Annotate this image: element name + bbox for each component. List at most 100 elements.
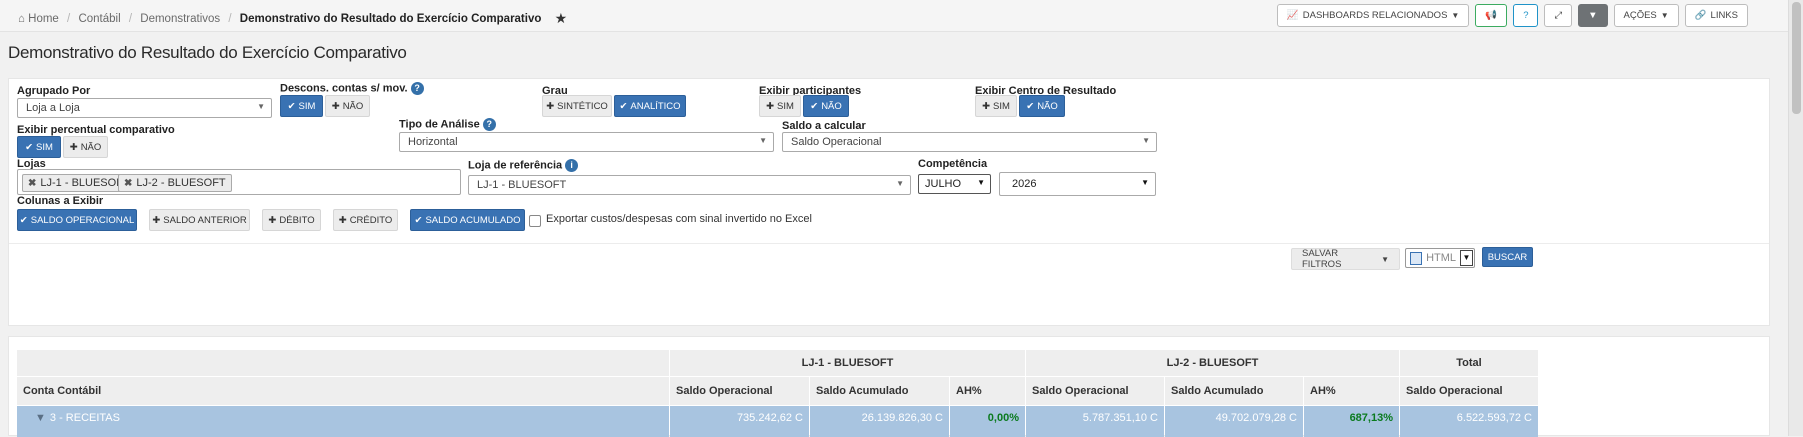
grau-analitico-button[interactable]: ✔ ANALÍTICO bbox=[614, 95, 686, 117]
competencia-year-select[interactable]: 2026 ▼ bbox=[999, 172, 1156, 196]
caret-down-icon[interactable]: ▼ bbox=[1460, 250, 1473, 266]
info-icon[interactable]: i bbox=[565, 159, 579, 172]
announce-button[interactable]: 📢 bbox=[1475, 4, 1508, 27]
tipo-analise-label-text: Tipo de Análise bbox=[399, 118, 480, 131]
participantes-nao-button[interactable]: ✔ NÃO bbox=[803, 95, 849, 117]
home-icon[interactable]: ⌂ bbox=[18, 13, 25, 25]
centro-sim-button[interactable]: ✚ SIM bbox=[975, 95, 1017, 117]
breadcrumb-separator: / bbox=[67, 13, 71, 25]
coluna-debito-button[interactable]: ✚ DÉBITO bbox=[262, 209, 321, 231]
links-button[interactable]: 🔗 LINKS bbox=[1684, 4, 1748, 27]
table-group-empty bbox=[17, 350, 669, 376]
loja-referencia-value: LJ-1 - BLUESOFT bbox=[477, 179, 567, 191]
help-icon: ? bbox=[1523, 10, 1529, 21]
dashboards-button[interactable]: 📈 DASHBOARDS RELACIONADOS ▼ bbox=[1276, 4, 1470, 27]
column-header[interactable]: AH% bbox=[1304, 377, 1399, 405]
coluna-label: SALDO OPERACIONAL bbox=[30, 214, 135, 226]
help-button[interactable]: ? bbox=[1513, 4, 1539, 27]
breadcrumb-current: Demonstrativo do Resultado do Exercício … bbox=[239, 13, 542, 25]
exportar-checkbox[interactable] bbox=[529, 215, 541, 227]
table-cell: 735.242,62 C bbox=[670, 406, 809, 437]
column-header[interactable]: Saldo Operacional bbox=[1026, 377, 1164, 405]
coluna-saldo-operacional-button[interactable]: ✔ SALDO OPERACIONAL bbox=[17, 209, 137, 231]
check-icon: ✔ bbox=[19, 214, 28, 226]
remove-icon[interactable]: ✖ bbox=[124, 178, 132, 189]
percentual-sim-button[interactable]: ✔ SIM bbox=[17, 136, 61, 158]
loja-tag[interactable]: ✖ LJ-2 - BLUESOFT bbox=[118, 174, 232, 192]
format-value: HTML bbox=[1426, 252, 1457, 264]
check-icon: ✔ bbox=[414, 214, 423, 226]
percentual-sim-label: SIM bbox=[36, 141, 53, 153]
breadcrumb-home[interactable]: Home bbox=[28, 13, 59, 25]
page-title: Demonstrativo do Resultado do Exercício … bbox=[8, 43, 407, 62]
lojas-multiselect[interactable]: ✖ LJ-1 - BLUESOFT ✖ LJ-2 - BLUESOFT bbox=[17, 169, 461, 195]
salvar-filtros-label: SALVAR FILTROS bbox=[1302, 248, 1342, 270]
descons-sim-button[interactable]: ✔ SIM bbox=[280, 95, 323, 117]
percentual-nao-button[interactable]: ✚ NÃO bbox=[63, 136, 108, 158]
column-header[interactable]: Saldo Acumulado bbox=[810, 377, 949, 405]
column-header[interactable]: Saldo Operacional bbox=[670, 377, 809, 405]
table-cell: 5.787.351,10 C bbox=[1026, 406, 1164, 437]
column-header[interactable]: Saldo Operacional bbox=[1400, 377, 1538, 405]
colunas-label: Colunas a Exibir bbox=[17, 195, 104, 207]
descons-nao-label: NÃO bbox=[342, 100, 364, 112]
caret-down-icon: ▼ bbox=[257, 102, 265, 111]
participantes-sim-button[interactable]: ✚ SIM bbox=[759, 95, 801, 117]
acoes-button[interactable]: AÇÕES ▼ bbox=[1613, 4, 1679, 27]
check-icon: ✔ bbox=[1026, 100, 1035, 112]
format-select[interactable]: HTML ▼ bbox=[1405, 248, 1475, 268]
competencia-label: Competência bbox=[918, 158, 988, 170]
saldo-calcular-select[interactable]: Saldo Operacional ▼ bbox=[782, 132, 1157, 152]
loja-referencia-label: Loja de referência i bbox=[468, 159, 579, 172]
plus-icon: ✚ bbox=[69, 141, 78, 153]
column-header[interactable]: Saldo Acumulado bbox=[1165, 377, 1303, 405]
expand-button[interactable]: ⤢ bbox=[1544, 4, 1573, 27]
link-icon: 🔗 bbox=[1694, 10, 1707, 21]
results-table: LJ-1 - BLUESOFT LJ-2 - BLUESOFT Total Co… bbox=[8, 336, 1770, 437]
loja-referencia-select[interactable]: LJ-1 - BLUESOFT ▼ bbox=[468, 175, 911, 195]
chart-icon: 📈 bbox=[1286, 10, 1299, 21]
coluna-saldo-anterior-button[interactable]: ✚ SALDO ANTERIOR bbox=[149, 209, 250, 231]
table-cell: 6.522.593,72 C bbox=[1400, 406, 1538, 437]
participantes-sim-label: SIM bbox=[777, 100, 794, 112]
filter-toggle-button[interactable]: ▼ bbox=[1578, 4, 1608, 27]
filter-icon: ▼ bbox=[1588, 10, 1598, 21]
plus-icon: ✚ bbox=[152, 214, 161, 226]
buscar-button[interactable]: BUSCAR bbox=[1482, 247, 1533, 267]
saldo-calcular-label: Saldo a calcular bbox=[782, 120, 866, 132]
check-icon: ✔ bbox=[287, 100, 296, 112]
breadcrumb-contabil[interactable]: Contábil bbox=[78, 13, 120, 25]
coluna-saldo-acumulado-button[interactable]: ✔ SALDO ACUMULADO bbox=[410, 209, 525, 231]
salvar-filtros-button[interactable]: SALVAR FILTROS ▼ bbox=[1291, 248, 1400, 270]
breadcrumb-demonstrativos[interactable]: Demonstrativos bbox=[140, 13, 220, 25]
help-icon[interactable]: ? bbox=[482, 118, 496, 131]
caret-down-icon: ▼ bbox=[977, 178, 985, 187]
descons-sim-label: SIM bbox=[298, 100, 316, 112]
acoes-label: AÇÕES bbox=[1623, 10, 1657, 21]
column-header[interactable]: AH% bbox=[950, 377, 1025, 405]
remove-icon[interactable]: ✖ bbox=[28, 178, 36, 189]
competencia-month-select[interactable]: JULHO ▼ bbox=[918, 174, 991, 194]
agrupado-por-select[interactable]: Loja a Loja ▼ bbox=[17, 98, 272, 118]
descons-nao-button[interactable]: ✚ NÃO bbox=[325, 95, 370, 117]
grau-sintetico-button[interactable]: ✚ SINTÉTICO bbox=[542, 95, 612, 117]
tipo-analise-select[interactable]: Horizontal ▼ bbox=[399, 132, 774, 152]
centro-nao-button[interactable]: ✔ NÃO bbox=[1019, 95, 1065, 117]
table-group-header: Total bbox=[1400, 350, 1538, 376]
top-bar: ⌂ Home / Contábil / Demonstrativos / Dem… bbox=[0, 0, 1788, 32]
triangle-down-icon[interactable]: ▼ bbox=[35, 412, 46, 424]
star-icon[interactable]: ★ bbox=[555, 10, 568, 26]
participantes-nao-label: NÃO bbox=[821, 100, 842, 112]
column-header[interactable]: Conta Contábil bbox=[17, 377, 669, 405]
help-icon[interactable]: ? bbox=[410, 82, 424, 95]
caret-down-icon: ▼ bbox=[1660, 11, 1669, 20]
table-row-name[interactable]: ▼ 3 - RECEITAS bbox=[17, 406, 669, 437]
page-scrollbar[interactable] bbox=[1788, 0, 1803, 436]
coluna-credito-button[interactable]: ✚ CRÉDITO bbox=[333, 209, 398, 231]
links-label: LINKS bbox=[1710, 10, 1738, 21]
breadcrumb-separator: / bbox=[128, 13, 133, 25]
caret-down-icon: ▼ bbox=[759, 136, 767, 145]
buscar-label: BUSCAR bbox=[1487, 251, 1528, 263]
scrollbar-thumb[interactable] bbox=[1792, 2, 1801, 114]
caret-down-icon: ▼ bbox=[896, 179, 904, 188]
